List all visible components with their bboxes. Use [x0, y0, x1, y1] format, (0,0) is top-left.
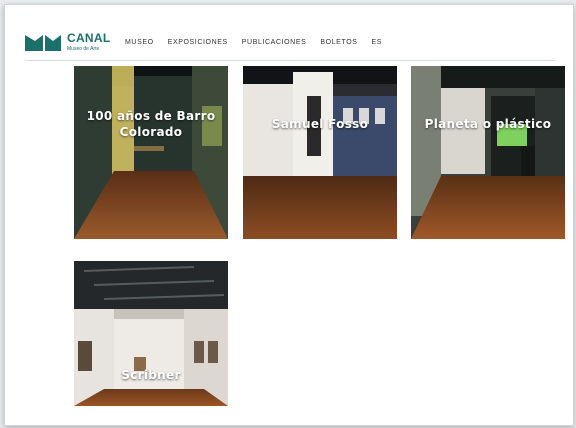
browser-frame: CANAL Museo de Arte MUSEO EXPOSICIONES P… [4, 4, 574, 426]
site-header: CANAL Museo de Arte MUSEO EXPOSICIONES P… [5, 5, 573, 65]
header-divider [25, 60, 555, 61]
nav-item-publicaciones[interactable]: PUBLICACIONES [242, 39, 307, 46]
language-switch[interactable]: ES [372, 39, 383, 46]
exhibition-image [243, 66, 397, 239]
nav-item-exposiciones[interactable]: EXPOSICIONES [168, 39, 228, 46]
exhibition-card-planeta-o-plastico[interactable]: Planeta o plástico [411, 66, 565, 239]
logo[interactable]: CANAL Museo de Arte [25, 29, 110, 57]
exhibition-title: Scribner [121, 368, 181, 382]
exhibition-title: Planeta o plástico [424, 117, 552, 131]
logo-name: CANAL [67, 31, 111, 45]
exhibition-image [411, 66, 565, 239]
exhibition-card-barro-colorado[interactable]: 100 años de Barro Colorado [74, 66, 228, 239]
exhibition-image [74, 66, 228, 239]
exhibition-title: 100 años de Barro Colorado [86, 109, 216, 139]
logo-mark-icon [25, 35, 61, 51]
exhibition-title: Samuel Fosso [271, 117, 369, 131]
main-nav: MUSEO EXPOSICIONES PUBLICACIONES BOLETOS… [125, 39, 382, 46]
exhibition-card-scribner[interactable]: Scribner [74, 261, 228, 406]
nav-item-boletos[interactable]: BOLETOS [320, 39, 357, 46]
exhibition-card-samuel-fosso[interactable]: Samuel Fosso [243, 66, 397, 239]
exhibition-image [74, 261, 228, 406]
logo-subtitle: Museo de Arte [67, 46, 100, 52]
nav-item-museo[interactable]: MUSEO [125, 39, 154, 46]
